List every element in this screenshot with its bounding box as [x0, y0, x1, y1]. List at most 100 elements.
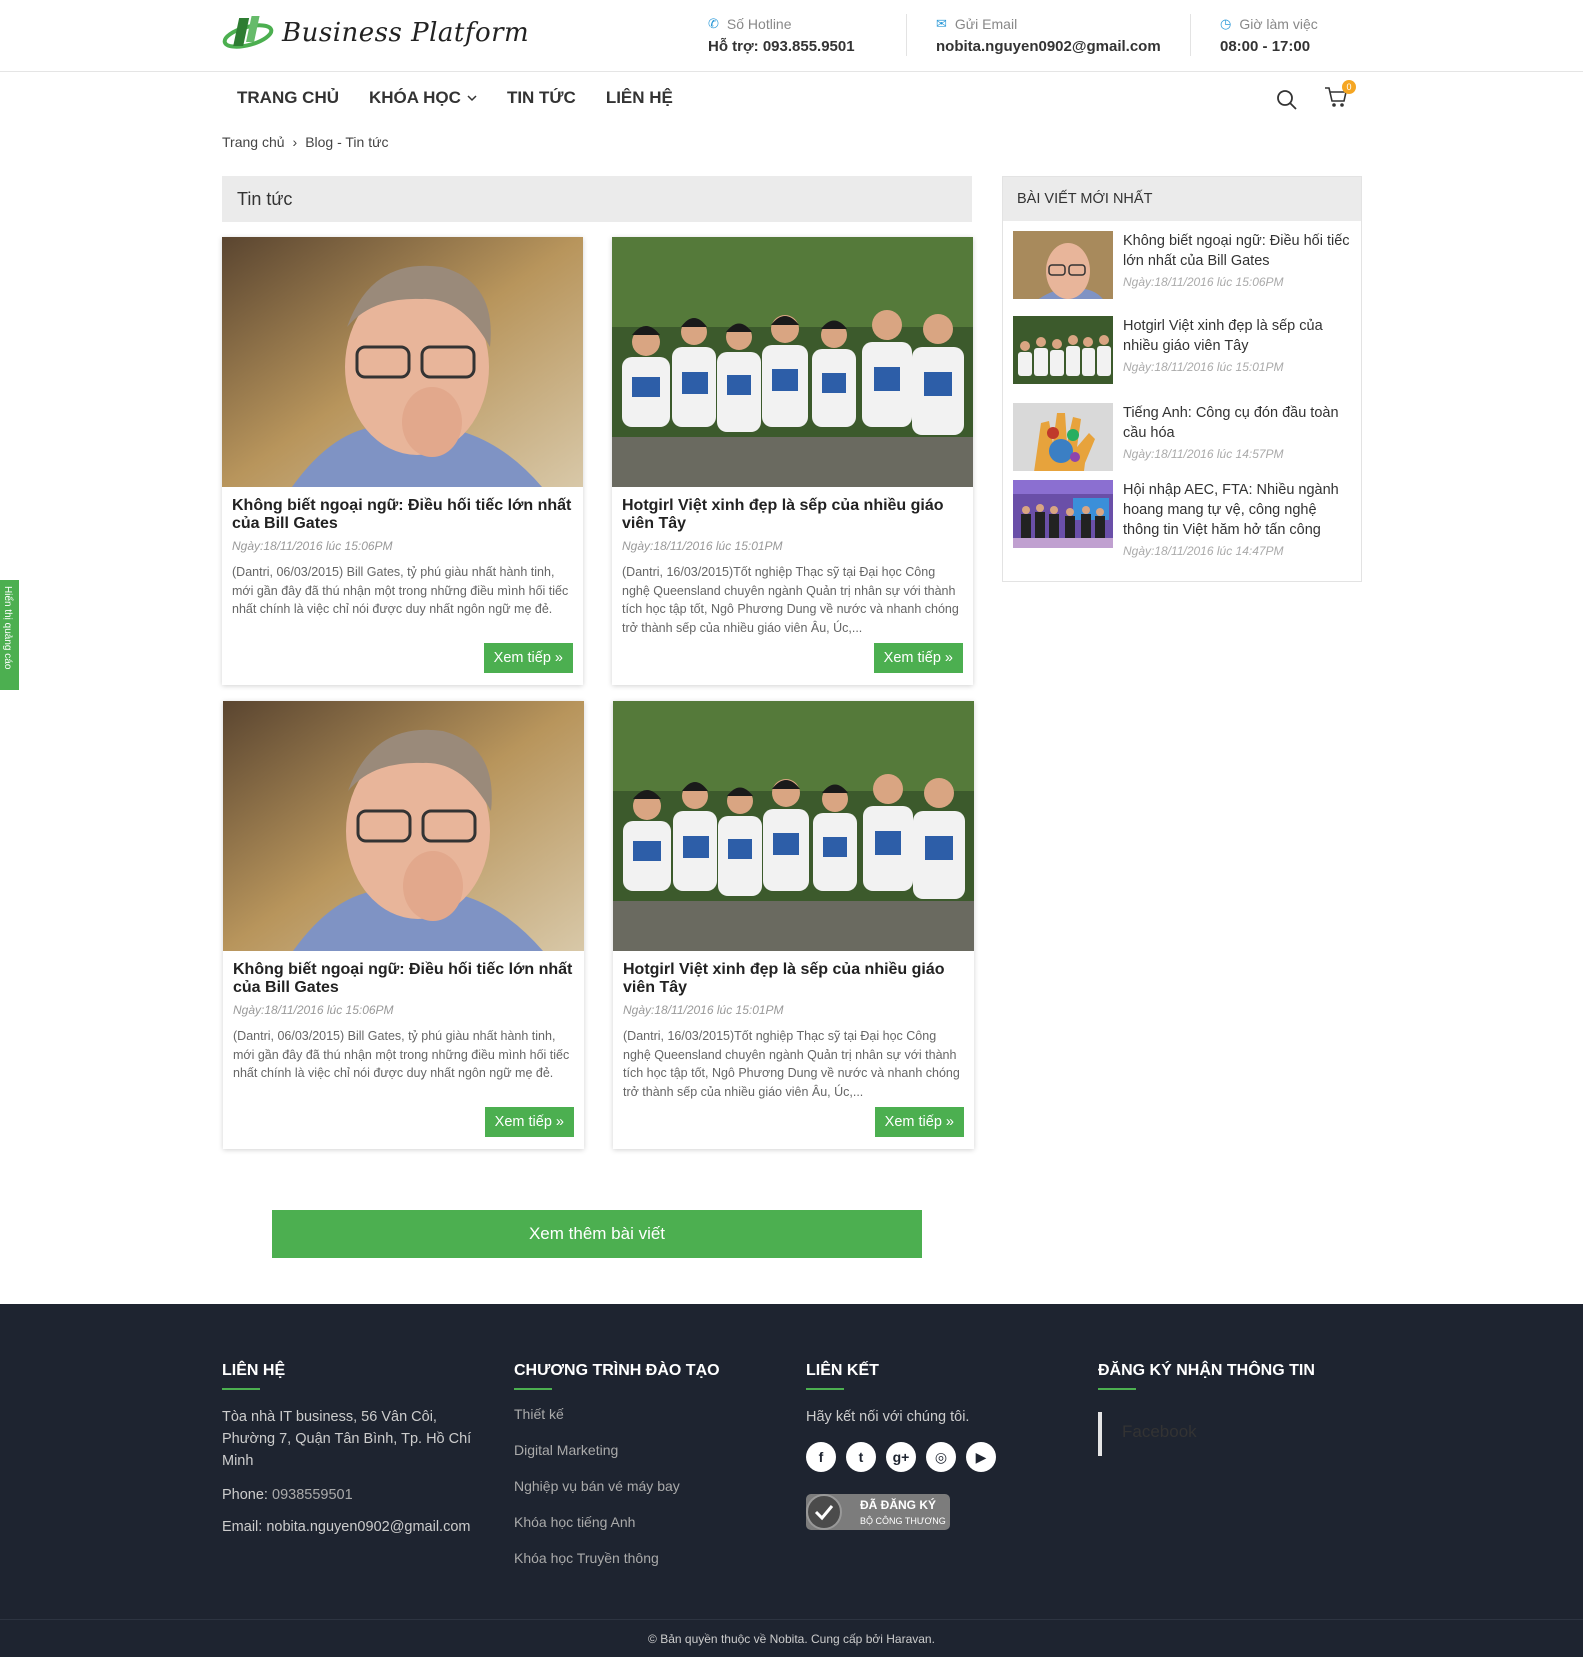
email-value[interactable]: nobita.nguyen0902@gmail.com	[266, 1519, 470, 1535]
cart-button[interactable]: 0	[1324, 80, 1356, 113]
hours-label: Giờ làm việc	[1239, 16, 1318, 32]
post-card: Hotgirl Việt xinh đẹp là sếp của nhiều g…	[612, 237, 973, 685]
nav-item-home[interactable]: TRANG CHỦ	[222, 72, 354, 124]
site-footer: LIÊN HỆ Tòa nhà IT business, 56 Vân Côi,…	[0, 1304, 1583, 1657]
double-chevron-right-icon: »	[944, 650, 953, 666]
post-card: Không biết ngoại ngữ: Điều hối tiếc lớn …	[223, 701, 584, 1149]
clock-icon: ◷	[1220, 16, 1232, 31]
sidebar-post[interactable]: Tiếng Anh: Công cụ đón đầu toàn cầu hóa …	[1013, 403, 1353, 471]
google-plus-icon[interactable]: g+	[886, 1442, 916, 1472]
hours-info: ◷ Giờ làm việc 08:00 - 17:00	[1220, 16, 1318, 55]
footer-address: Tòa nhà IT business, 56 Vân Côi, Phường …	[222, 1409, 472, 1469]
post-title[interactable]: Hotgirl Việt xinh đẹp là sếp của nhiều g…	[623, 961, 964, 997]
check-badge-icon	[806, 1494, 842, 1530]
sidebar-thumb	[1013, 231, 1113, 299]
sidebar-post[interactable]: Hotgirl Việt xinh đẹp là sếp của nhiều g…	[1013, 316, 1353, 384]
hours-value: 08:00 - 17:00	[1220, 38, 1311, 55]
brand-logo[interactable]: Business Platform	[222, 14, 529, 52]
post-card: Không biết ngoại ngữ: Điều hối tiếc lớn …	[222, 237, 583, 685]
email-value[interactable]: nobita.nguyen0902@gmail.com	[936, 38, 1161, 55]
post-excerpt: (Dantri, 16/03/2015)Tốt nghiệp Thạc sỹ t…	[623, 1029, 960, 1099]
nav-label: TIN TỨC	[506, 88, 576, 107]
email-info: ✉ Gửi Email nobita.nguyen0902@gmail.com	[936, 16, 1161, 55]
post-excerpt: (Dantri, 16/03/2015)Tốt nghiệp Thạc sỹ t…	[622, 565, 959, 635]
breadcrumb-home[interactable]: Trang chủ	[222, 134, 285, 150]
sidebar-post-date: Ngày:18/11/2016 lúc 14:47PM	[1123, 544, 1284, 558]
footer-contact-title: LIÊN HỆ	[222, 1362, 286, 1379]
chevron-right-icon: ›	[292, 134, 298, 150]
badge-line2: BỘ CÔNG THƯƠNG	[860, 1516, 946, 1526]
sidebar-post[interactable]: Hội nhập AEC, FTA: Nhiều ngành hoang man…	[1013, 480, 1353, 558]
brand-name: Business Platform	[282, 18, 530, 48]
main-nav: TRANG CHỦ KHÓA HỌC TIN TỨC LIÊN HỆ 0	[0, 72, 1583, 124]
breadcrumb: Trang chủ › Blog - Tin tức	[222, 134, 388, 150]
registered-badge[interactable]: ĐÃ ĐĂNG KÝ BỘ CÔNG THƯƠNG	[806, 1494, 950, 1530]
post-title[interactable]: Hotgirl Việt xinh đẹp là sếp của nhiều g…	[622, 497, 963, 533]
chevron-down-icon	[467, 95, 477, 102]
double-chevron-right-icon: »	[945, 1114, 954, 1130]
program-link[interactable]: Thiết kế	[514, 1406, 774, 1422]
title-underline	[514, 1388, 552, 1390]
latest-posts-sidebar: BÀI VIẾT MỚI NHẤT Không biết ngoại ngữ: …	[1002, 176, 1362, 582]
read-more-label: Xem tiếp	[883, 650, 941, 666]
post-title[interactable]: Không biết ngoại ngữ: Điều hối tiếc lớn …	[232, 497, 573, 533]
youtube-icon[interactable]: ▶	[966, 1442, 996, 1472]
nav-label: TRANG CHỦ	[237, 88, 339, 107]
sidebar-thumb	[1013, 316, 1113, 384]
envelope-icon: ✉	[936, 16, 947, 31]
footer-programs: CHƯƠNG TRÌNH ĐÀO TẠO Thiết kế Digital Ma…	[514, 1362, 774, 1576]
post-date: Ngày:18/11/2016 lúc 15:01PM	[622, 539, 783, 553]
show-ads-tab[interactable]: Hiển thị quảng cáo	[0, 580, 19, 690]
title-underline	[1098, 1388, 1136, 1390]
hotline-label: Số Hotline	[726, 16, 792, 32]
phone-icon: ✆	[708, 16, 719, 31]
sidebar-post-title: Hotgirl Việt xinh đẹp là sếp của nhiều g…	[1123, 318, 1323, 354]
post-excerpt: (Dantri, 06/03/2015) Bill Gates, tỷ phú …	[233, 1029, 570, 1080]
post-image[interactable]	[223, 701, 584, 951]
read-more-button[interactable]: Xem tiếp »	[484, 1107, 574, 1137]
read-more-button[interactable]: Xem tiếp »	[483, 643, 573, 673]
program-link[interactable]: Khóa học Truyền thông	[514, 1550, 774, 1566]
social-links: f t g+ ◎ ▶	[806, 1442, 1066, 1472]
nav-item-courses[interactable]: KHÓA HỌC	[354, 72, 492, 124]
divider	[906, 14, 907, 56]
sidebar-thumb	[1013, 403, 1113, 471]
post-image[interactable]	[613, 701, 974, 951]
post-image[interactable]	[612, 237, 973, 487]
read-more-label: Xem tiếp	[493, 650, 551, 666]
nav-item-contact[interactable]: LIÊN HỆ	[591, 72, 688, 124]
twitter-icon[interactable]: t	[846, 1442, 876, 1472]
facebook-widget[interactable]: Facebook	[1098, 1412, 1318, 1456]
search-icon[interactable]	[1276, 89, 1298, 111]
load-more-button[interactable]: Xem thêm bài viết	[272, 1210, 922, 1258]
program-link[interactable]: Nghiệp vụ bán vé máy bay	[514, 1478, 774, 1494]
double-chevron-right-icon: »	[554, 650, 563, 666]
footer-phone: Phone: 0938559501	[222, 1484, 482, 1506]
sidebar-post[interactable]: Không biết ngoại ngữ: Điều hối tiếc lớn …	[1013, 231, 1353, 299]
phone-value[interactable]: 0938559501	[272, 1487, 353, 1503]
footer-subscribe-title: ĐĂNG KÝ NHẬN THÔNG TIN	[1098, 1362, 1315, 1379]
nav-item-news[interactable]: TIN TỨC	[492, 72, 591, 124]
phone-label: Phone:	[222, 1487, 268, 1503]
post-date: Ngày:18/11/2016 lúc 15:06PM	[232, 539, 393, 553]
read-more-button[interactable]: Xem tiếp »	[874, 1107, 964, 1137]
read-more-button[interactable]: Xem tiếp »	[873, 643, 963, 673]
post-image[interactable]	[222, 237, 583, 487]
hotline-value[interactable]: Hỗ trợ: 093.855.9501	[708, 38, 855, 55]
title-underline	[806, 1388, 844, 1390]
program-link[interactable]: Khóa học tiếng Anh	[514, 1514, 774, 1530]
email-label: Gửi Email	[954, 16, 1018, 32]
email-label: Email:	[222, 1519, 263, 1535]
section-title: Tin tức	[222, 176, 972, 222]
post-date: Ngày:18/11/2016 lúc 15:06PM	[233, 1003, 394, 1017]
post-date: Ngày:18/11/2016 lúc 15:01PM	[623, 1003, 784, 1017]
instagram-icon[interactable]: ◎	[926, 1442, 956, 1472]
cart-count-badge: 0	[1342, 80, 1356, 94]
footer-programs-title: CHƯƠNG TRÌNH ĐÀO TẠO	[514, 1362, 720, 1379]
program-link[interactable]: Digital Marketing	[514, 1442, 774, 1458]
links-text: Hãy kết nối với chúng tôi.	[806, 1409, 970, 1425]
facebook-icon[interactable]: f	[806, 1442, 836, 1472]
sidebar-post-title: Hội nhập AEC, FTA: Nhiều ngành hoang man…	[1123, 482, 1339, 538]
post-title[interactable]: Không biết ngoại ngữ: Điều hối tiếc lớn …	[233, 961, 574, 997]
copyright: © Bản quyền thuộc về Nobita. Cung cấp bở…	[0, 1619, 1583, 1657]
